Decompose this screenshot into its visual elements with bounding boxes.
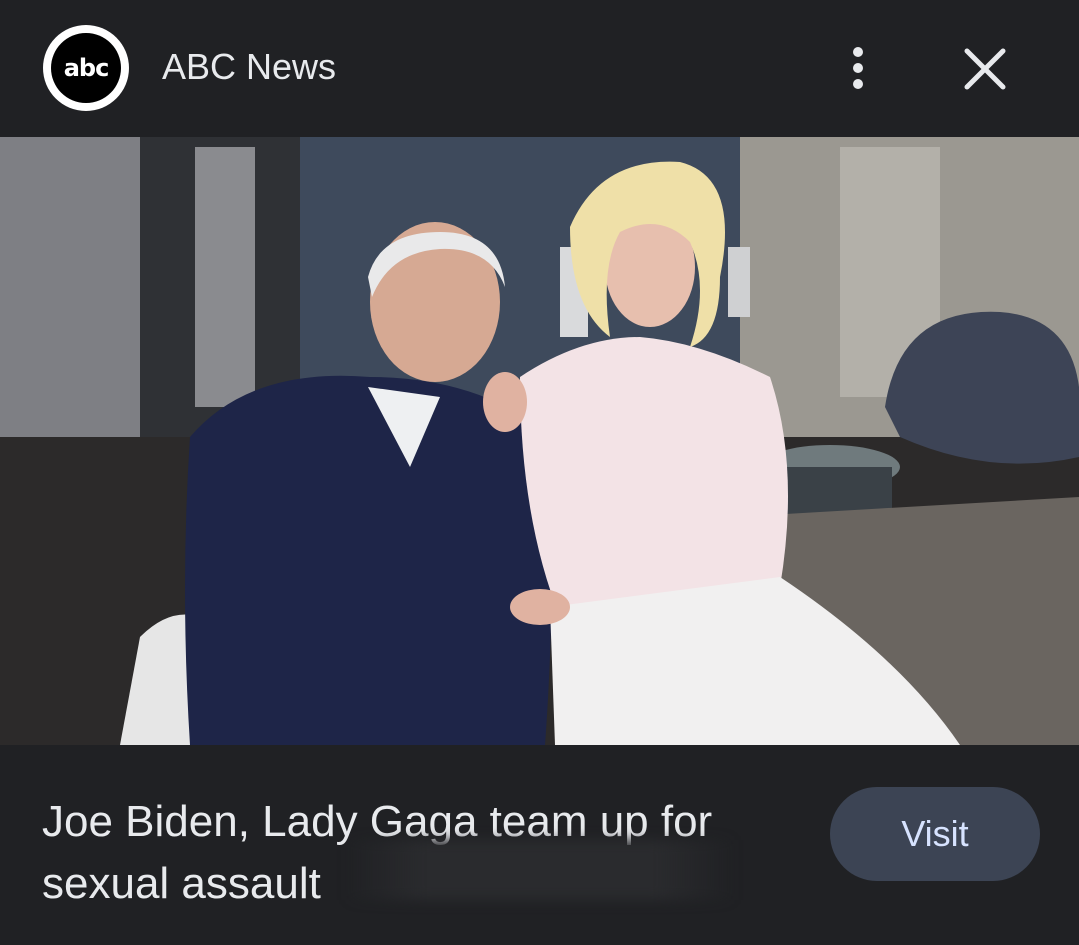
more-vert-icon-dot	[853, 79, 863, 89]
close-button[interactable]	[962, 46, 1008, 92]
caption-area: Joe Biden, Lady Gaga team up for sexual …	[0, 745, 1079, 945]
viewer-header: abc ABC News	[0, 0, 1079, 137]
abc-logo-mark: abc	[51, 33, 121, 103]
more-options-button[interactable]	[838, 44, 878, 92]
more-vert-icon-dot	[853, 63, 863, 73]
abc-news-logo[interactable]: abc	[43, 25, 129, 111]
visit-button[interactable]: Visit	[830, 787, 1040, 881]
title-line-1: Joe Biden, Lady Gaga team up for	[42, 797, 713, 846]
cut-off-description	[42, 927, 602, 945]
more-vert-icon	[853, 47, 863, 57]
redacted-region	[345, 840, 735, 900]
news-photo[interactable]	[0, 137, 1079, 745]
title-line-2: sexual assault	[42, 859, 321, 908]
source-name[interactable]: ABC News	[162, 44, 336, 90]
close-icon	[964, 48, 1006, 90]
photo-illustration	[0, 137, 1079, 745]
